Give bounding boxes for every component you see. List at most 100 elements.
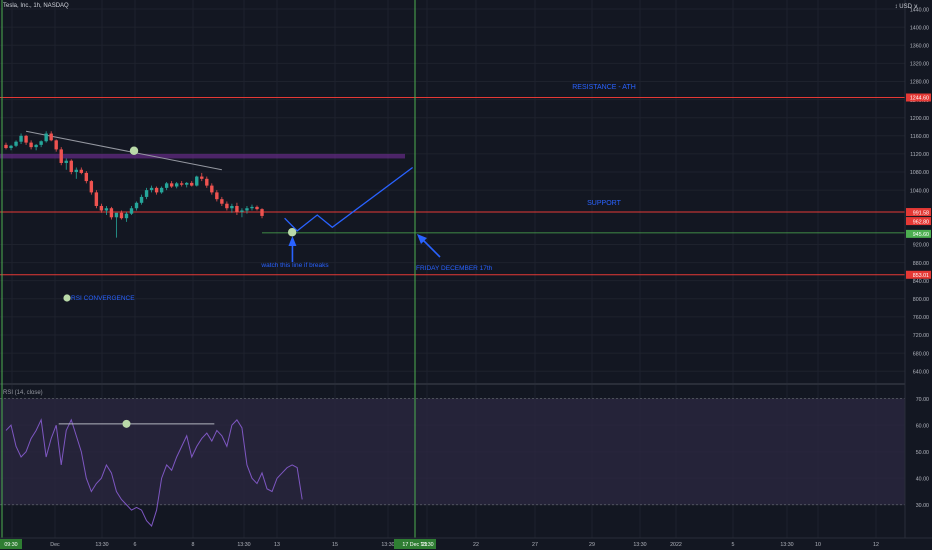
candle-down — [169, 183, 174, 187]
candle-up — [104, 208, 109, 211]
time-tick-label: 13 — [274, 542, 280, 548]
time-tick-label: 13:30 — [633, 542, 646, 548]
price-tick-label: 1040.00 — [910, 188, 929, 194]
price-label-text: 1244.60 — [910, 96, 929, 102]
rsi-convergence-dot — [63, 294, 71, 302]
watch-label: watch this line if breaks — [260, 262, 329, 269]
candle-up — [134, 202, 139, 209]
candle-down — [79, 169, 83, 173]
candle-down — [154, 187, 159, 193]
candle-down — [84, 172, 89, 182]
price-label-text: 853.01 — [913, 273, 929, 279]
candle-up — [240, 210, 244, 212]
time-tick-label: 13:30 — [780, 542, 793, 548]
rsi-tick-label: 70.00 — [916, 397, 929, 403]
candle-up — [164, 183, 169, 188]
price-tick-label: 1160.00 — [910, 134, 929, 140]
candle-up — [230, 205, 234, 209]
candle-up — [195, 176, 199, 186]
price-tick-label: 1120.00 — [910, 152, 929, 158]
currency-selector[interactable]: ↕ USD ∨ — [895, 3, 918, 10]
price-tick-label: 1280.00 — [910, 80, 929, 86]
candle-up — [144, 190, 149, 197]
rsi-marker-dot — [122, 419, 131, 428]
resistance-label: RESISTANCE - ATH — [572, 84, 636, 91]
candle-down — [119, 212, 124, 219]
candle-down — [205, 178, 209, 186]
candle-up — [14, 141, 18, 146]
friday-label: FRIDAY DECEMBER 17th — [416, 265, 493, 272]
time-tick-label: 27 — [532, 542, 538, 548]
candle-up — [44, 133, 48, 142]
candle-down — [29, 142, 33, 148]
candle-down — [4, 144, 8, 149]
candle-down — [255, 206, 259, 210]
candle-down — [59, 149, 63, 163]
chart-title: Tesla, Inc., 1h, NASDAQ — [3, 3, 69, 9]
time-tick-label: 5 — [732, 542, 735, 548]
price-tick-label: 1320.00 — [910, 62, 929, 68]
time-tick-label: 29 — [589, 542, 595, 548]
time-tick-label: 12 — [873, 542, 879, 548]
chart-canvas[interactable]: RESISTANCE - ATH SUPPORT watch this line i… — [0, 0, 932, 550]
price-tick-label: 720.00 — [913, 333, 929, 339]
time-tick-label: 13:30 — [95, 542, 108, 548]
candle-up — [250, 206, 254, 209]
time-tick-label: 2022 — [670, 542, 682, 548]
price-tick-label: 1400.00 — [910, 25, 929, 31]
candle-up — [34, 144, 38, 148]
price-tick-label: 640.00 — [913, 369, 929, 375]
support-label: SUPPORT — [587, 200, 621, 207]
candle-down — [89, 181, 94, 193]
time-tick-label: 22 — [473, 542, 479, 548]
candle-down — [69, 160, 73, 173]
price-tick-label: 1080.00 — [910, 170, 929, 176]
candle-up — [185, 182, 189, 185]
candle-up — [114, 212, 119, 218]
rsi-convergence-label: RSI CONVERGENCE — [71, 295, 135, 302]
price-tick-label: 1200.00 — [910, 116, 929, 122]
candle-up — [245, 208, 249, 211]
candle-down — [260, 209, 264, 216]
candle-up — [139, 196, 144, 203]
price-label-text: 962.80 — [913, 219, 929, 225]
candle-down — [180, 183, 184, 185]
price-tick-label: 760.00 — [913, 315, 929, 321]
candle-down — [109, 208, 114, 218]
candle-up — [9, 145, 13, 149]
candle-up — [174, 183, 179, 187]
rsi-tick-label: 60.00 — [916, 423, 929, 429]
candle-up — [74, 169, 78, 173]
time-tick-label: 10 — [815, 542, 821, 548]
time-tick-label: 13:30 — [381, 542, 394, 548]
time-tick-label: Dec — [50, 542, 60, 548]
time-marker-label: 09:30 — [4, 542, 17, 548]
price-tick-label: 680.00 — [913, 351, 929, 357]
rsi-title: RSI (14, close) — [3, 390, 43, 396]
price-tick-label: 800.00 — [913, 297, 929, 303]
time-tick-label: 13:30 — [237, 542, 250, 548]
marker-dot — [287, 228, 297, 237]
candle-down — [190, 182, 194, 186]
candle-down — [200, 176, 204, 179]
price-tick-label: 880.00 — [913, 261, 929, 267]
time-tick-label: 6 — [134, 542, 137, 548]
marker-dot — [129, 146, 139, 155]
candle-down — [210, 185, 214, 193]
rsi-tick-label: 30.00 — [916, 503, 929, 509]
price-label-text: 991.58 — [913, 210, 929, 216]
candle-down — [49, 133, 53, 141]
price-tick-label: 840.00 — [913, 279, 929, 285]
rsi-tick-label: 50.00 — [916, 450, 929, 456]
price-label-text: 945.60 — [913, 232, 929, 238]
candle-down — [24, 135, 28, 143]
candle-down — [215, 192, 219, 200]
candle-down — [225, 203, 229, 209]
candle-down — [99, 205, 104, 211]
candle-up — [124, 213, 129, 219]
time-tick-label: 8 — [192, 542, 195, 548]
candle-down — [94, 192, 99, 206]
candle-down — [235, 205, 239, 212]
candle-up — [149, 187, 154, 191]
candle-up — [64, 160, 68, 163]
